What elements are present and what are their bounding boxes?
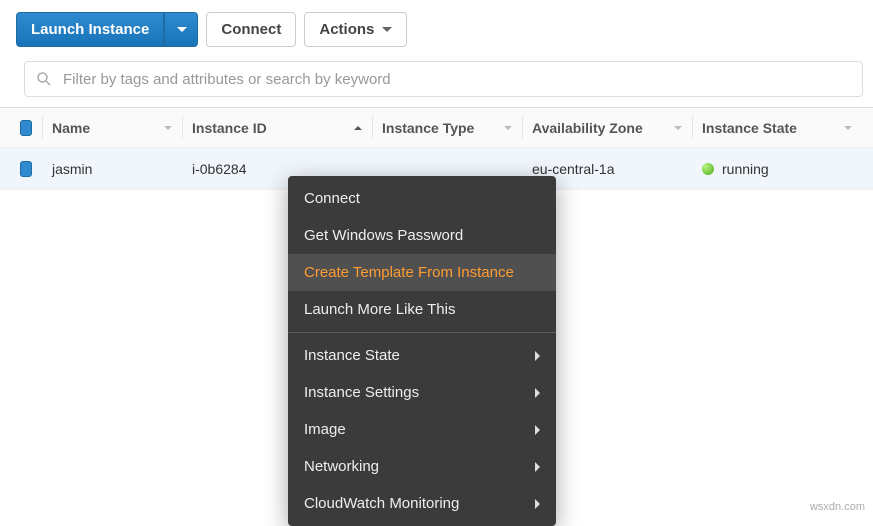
row-state-cell: running [692,148,862,189]
row-select-cell[interactable] [0,148,42,189]
column-label: Availability Zone [532,120,643,136]
menu-label: Instance State [304,347,400,364]
launch-instance-dropdown-button[interactable] [164,12,198,47]
menu-item-connect[interactable]: Connect [288,180,556,217]
select-all-cell[interactable] [0,108,42,147]
status-running-icon [702,163,714,175]
menu-label: Image [304,421,346,438]
menu-item-networking[interactable]: Networking [288,448,556,485]
actions-label: Actions [319,22,374,37]
column-header-instance-id[interactable]: Instance ID [182,108,372,147]
chevron-right-icon [535,462,540,472]
menu-label: Instance Settings [304,384,419,401]
menu-label: Connect [304,190,360,207]
search-bar[interactable] [24,61,863,97]
column-header-instance-type[interactable]: Instance Type [372,108,522,147]
menu-item-launch-more-like-this[interactable]: Launch More Like This [288,291,556,328]
column-label: Name [52,120,90,136]
menu-label: Create Template From Instance [304,264,514,281]
menu-label: Get Windows Password [304,227,463,244]
sort-icon [164,126,172,130]
sort-icon [504,126,512,130]
menu-item-instance-settings[interactable]: Instance Settings [288,374,556,411]
search-input[interactable] [63,71,852,88]
launch-instance-group: Launch Instance [16,12,198,47]
column-header-availability-zone[interactable]: Availability Zone [522,108,692,147]
column-label: Instance State [702,120,797,136]
caret-down-icon [177,27,187,32]
chevron-right-icon [535,351,540,361]
search-icon [35,70,53,88]
menu-item-cloudwatch-monitoring[interactable]: CloudWatch Monitoring [288,485,556,522]
caret-down-icon [382,27,392,32]
menu-item-instance-state[interactable]: Instance State [288,337,556,374]
toolbar: Launch Instance Connect Actions [0,0,873,57]
row-instance-id: i-0b6284 [192,161,247,177]
column-label: Instance ID [192,120,267,136]
connect-button[interactable]: Connect [206,12,296,47]
launch-instance-label: Launch Instance [31,22,149,37]
menu-label: CloudWatch Monitoring [304,495,459,512]
menu-item-get-windows-password[interactable]: Get Windows Password [288,217,556,254]
row-name: jasmin [52,161,92,177]
sort-icon [674,126,682,130]
chevron-right-icon [535,425,540,435]
menu-label: Networking [304,458,379,475]
context-menu: Connect Get Windows Password Create Temp… [288,176,556,526]
column-header-instance-state[interactable]: Instance State [692,108,862,147]
connect-label: Connect [221,22,281,37]
menu-label: Launch More Like This [304,301,455,318]
chevron-right-icon [535,499,540,509]
sort-icon [844,126,852,130]
checkbox-icon [20,161,32,177]
sort-asc-icon [354,126,362,130]
checkbox-icon [20,120,32,136]
column-header-name[interactable]: Name [42,108,182,147]
row-az: eu-central-1a [532,161,615,177]
menu-separator [288,332,556,333]
watermark: wsxdn.com [810,501,865,513]
row-name-cell: jasmin [42,148,182,189]
table-header-row: Name Instance ID Instance Type Availabil… [0,108,873,148]
actions-button[interactable]: Actions [304,12,407,47]
menu-item-create-template-from-instance[interactable]: Create Template From Instance [288,254,556,291]
row-state: running [722,161,769,177]
chevron-right-icon [535,388,540,398]
menu-item-image[interactable]: Image [288,411,556,448]
column-label: Instance Type [382,120,474,136]
launch-instance-button[interactable]: Launch Instance [16,12,164,47]
